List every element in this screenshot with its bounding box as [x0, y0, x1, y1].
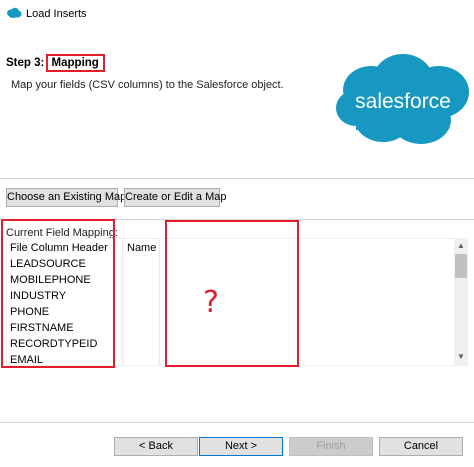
footer-divider [0, 422, 474, 423]
finish-button[interactable]: Finish [289, 437, 373, 456]
highlight-box-field-headers [1, 219, 115, 368]
next-button[interactable]: Next > [199, 437, 283, 456]
logo-text: salesforce [355, 90, 451, 113]
header-divider [0, 178, 474, 179]
question-mark-annotation: ? [203, 285, 219, 320]
step-subtitle: Map your fields (CSV columns) to the Sal… [11, 79, 284, 91]
step-name-highlight: Mapping [45, 54, 105, 72]
title-bar: Load Inserts [0, 0, 474, 28]
scroll-down-icon[interactable]: ▼ [456, 352, 466, 362]
back-button[interactable]: < Back [114, 437, 198, 456]
step-prefix: Step 3: [6, 57, 45, 69]
window-title: Load Inserts [26, 8, 87, 20]
step-name: Mapping [51, 57, 99, 69]
scroll-thumb[interactable] [455, 254, 467, 278]
table-scrollbar[interactable]: ▲ ▼ [454, 238, 468, 366]
salesforce-cloud-icon [7, 7, 22, 18]
step-title: Step 3: Mapping [6, 54, 105, 72]
scroll-up-icon[interactable]: ▲ [456, 241, 466, 251]
choose-existing-map-button[interactable]: Choose an Existing Map [6, 188, 126, 207]
cancel-button[interactable]: Cancel [379, 437, 463, 456]
create-edit-map-button[interactable]: Create or Edit a Map [124, 188, 227, 207]
column-header-name[interactable]: Name [127, 242, 156, 254]
highlight-box-missing-column [165, 220, 299, 367]
salesforce-logo: salesforce [336, 54, 469, 144]
